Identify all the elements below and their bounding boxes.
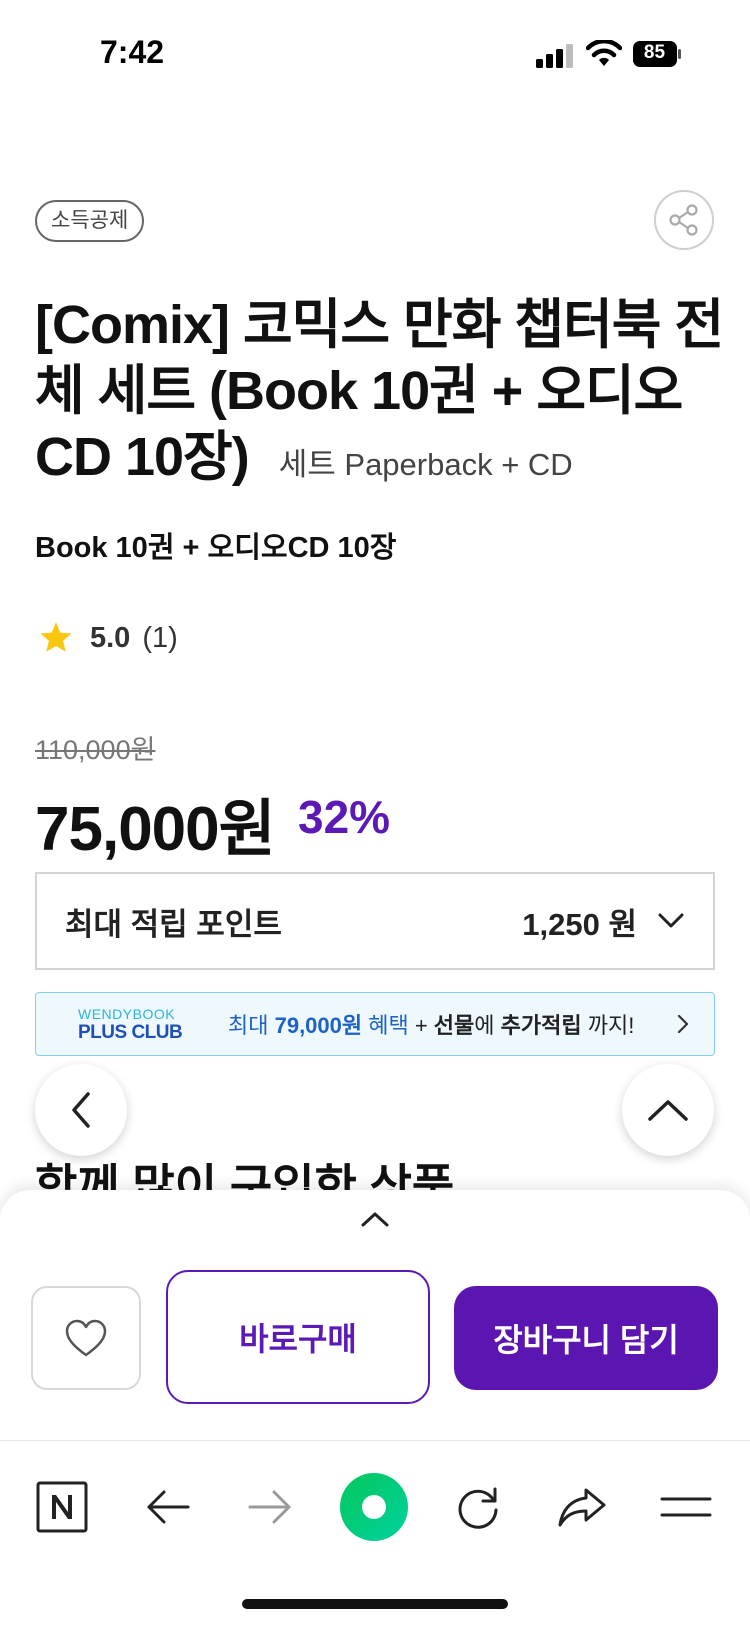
heart-icon (65, 1319, 107, 1357)
chevron-up-icon[interactable] (360, 1210, 390, 1228)
naver-n-icon (36, 1481, 88, 1533)
promo-text-4: + (408, 1013, 434, 1038)
naver-home-button[interactable] (32, 1477, 92, 1537)
original-price: 110,000원 (35, 735, 156, 765)
battery-level: 85 (643, 42, 666, 63)
status-time: 7:42 (100, 34, 165, 70)
rating-count: (1) (142, 621, 178, 654)
star-icon (40, 622, 72, 652)
status-bar: 7:42 85 (0, 0, 750, 110)
share-icon (669, 204, 698, 236)
wishlist-button[interactable] (31, 1286, 141, 1390)
points-value: 1,250 원 (522, 906, 637, 942)
chevron-up-icon (648, 1100, 688, 1121)
browser-back-button[interactable] (138, 1477, 198, 1537)
promo-text-7: 추가적립 (500, 1013, 582, 1038)
product-format: 세트 Paperback + CD (278, 447, 573, 482)
menu-button[interactable] (656, 1477, 716, 1537)
add-to-cart-button[interactable]: 장바구니 담기 (454, 1286, 718, 1390)
promo-text-2: 79,000원 (274, 1013, 363, 1038)
promo-text-5: 선물 (433, 1013, 475, 1038)
chevron-right-icon (677, 1014, 689, 1034)
promo-text-3: 혜택 (362, 1013, 409, 1038)
promo-text-6: 에 (474, 1013, 501, 1038)
purchase-bottom-sheet: 바로구매 장바구니 담기 (0, 1190, 750, 1440)
hamburger-menu-icon (660, 1497, 712, 1517)
cellular-signal-icon (536, 44, 573, 68)
refresh-icon (458, 1487, 498, 1529)
browser-toolbar (0, 1440, 750, 1625)
plus-club-banner[interactable]: WENDYBOOK PLUS CLUB 최대 79,000원 혜택 + 선물에 … (35, 992, 715, 1056)
plus-club-logo: WENDYBOOK PLUS CLUB (78, 1007, 188, 1042)
max-points-dropdown[interactable]: 최대 적립 포인트 1,250 원 (35, 872, 715, 970)
promo-text-1: 최대 (228, 1013, 275, 1038)
rating-score: 5.0 (90, 621, 131, 654)
green-dot-icon (340, 1473, 408, 1541)
green-dot-button[interactable] (338, 1471, 410, 1543)
logo-top-text: WENDYBOOK (78, 1005, 176, 1022)
chevron-left-icon (72, 1092, 90, 1128)
arrow-left-icon (147, 1490, 190, 1524)
battery-icon: 85 (632, 40, 682, 68)
share-button[interactable] (654, 190, 714, 250)
wifi-icon (586, 40, 622, 66)
income-deduction-badge: 소득공제 (35, 200, 145, 242)
sale-price: 75,000원 (35, 795, 276, 864)
discount-rate: 32% (298, 791, 391, 843)
back-floating-button[interactable] (35, 1064, 127, 1156)
scroll-top-button[interactable] (622, 1064, 714, 1156)
arrow-right-icon (248, 1490, 291, 1524)
product-rating[interactable]: 5.0 (1) (38, 620, 178, 656)
home-indicator (242, 1599, 508, 1609)
share-page-button[interactable] (552, 1477, 612, 1537)
plus-club-promo-text: 최대 79,000원 혜택 + 선물에 추가적립 까지! (228, 1008, 676, 1040)
logo-bottom-text: PLUS CLUB (78, 1021, 183, 1043)
chevron-down-icon (658, 913, 684, 928)
forward-share-icon (558, 1488, 606, 1527)
product-subtitle: Book 10권 + 오디오CD 10장 (35, 532, 397, 564)
promo-text-8: 까지! (581, 1013, 635, 1038)
refresh-button[interactable] (448, 1477, 508, 1537)
product-title: [Comix] 코믹스 만화 챕터북 전체 세트 (Book 10권 + 오디오… (35, 292, 725, 498)
buy-now-button[interactable]: 바로구매 (166, 1270, 430, 1404)
points-label: 최대 적립 포인트 (65, 906, 282, 942)
browser-forward-button[interactable] (240, 1477, 300, 1537)
